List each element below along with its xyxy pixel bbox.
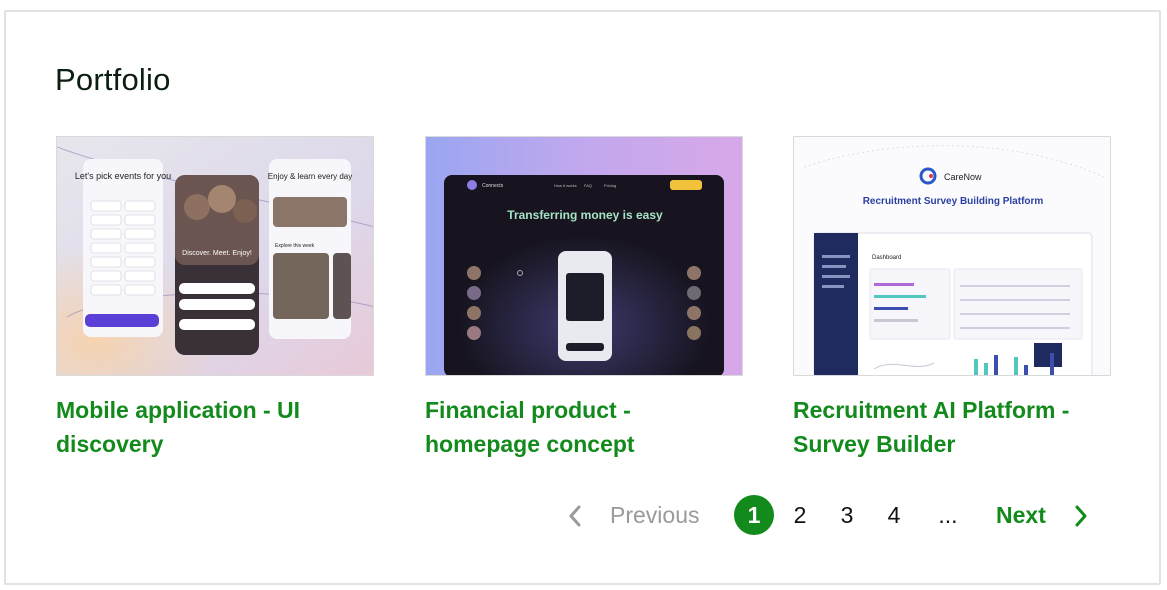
thumb-text: Discover. Meet. Enjoy!	[182, 250, 252, 257]
ellipsis: ...	[938, 502, 958, 528]
next-button[interactable]: Next	[996, 495, 1046, 535]
thumb-text: How it works	[554, 183, 577, 188]
page-2-button[interactable]: 2	[785, 495, 815, 535]
chevron-right-icon[interactable]	[1074, 505, 1088, 527]
portfolio-thumbnail[interactable]: CareNow Recruitment Survey Building Plat…	[793, 136, 1111, 376]
thumb-text: Pricing	[604, 183, 616, 188]
previous-button[interactable]: Previous	[610, 495, 699, 535]
portfolio-thumbnail[interactable]: Connects How it works FAQ Pricing Transf…	[425, 136, 743, 376]
mobile-app-mockup-image: Let's pick events for you Discover. Meet…	[57, 137, 373, 375]
chevron-left-icon[interactable]	[568, 505, 582, 527]
thumb-text: Explore this week	[275, 243, 315, 249]
thumb-text: FAQ	[584, 183, 592, 188]
thumb-text: CareNow	[944, 172, 982, 182]
thumb-text: Transferring money is easy	[507, 208, 663, 222]
portfolio-item-title[interactable]: Financial product - homepage concept	[425, 393, 725, 461]
section-title: Portfolio	[55, 62, 171, 97]
portfolio-item[interactable]: Connects How it works FAQ Pricing Transf…	[425, 136, 743, 461]
portfolio-item-title[interactable]: Mobile application - UI discovery	[56, 393, 356, 461]
thumb-text: Dashboard	[872, 255, 901, 261]
portfolio-item[interactable]: Let's pick events for you Discover. Meet…	[56, 136, 374, 461]
pagination: Previous 1 2 3 4 ... Next	[560, 495, 1100, 535]
portfolio-item[interactable]: CareNow Recruitment Survey Building Plat…	[793, 136, 1111, 461]
thumb-text: Recruitment Survey Building Platform	[863, 196, 1044, 207]
page-3-button[interactable]: 3	[832, 495, 862, 535]
portfolio-item-title[interactable]: Recruitment AI Platform - Survey Builder	[793, 393, 1093, 461]
thumb-text: Connects	[482, 183, 504, 189]
page-4-button[interactable]: 4	[879, 495, 909, 535]
thumb-text: Let's pick events for you	[75, 171, 171, 181]
page-1-button[interactable]: 1	[734, 495, 774, 535]
thumb-text: Enjoy & learn every day	[268, 172, 353, 181]
portfolio-thumbnail[interactable]: Let's pick events for you Discover. Meet…	[56, 136, 374, 376]
recruitment-platform-image: CareNow Recruitment Survey Building Plat…	[794, 137, 1110, 375]
fintech-homepage-image: Connects How it works FAQ Pricing Transf…	[426, 137, 742, 375]
